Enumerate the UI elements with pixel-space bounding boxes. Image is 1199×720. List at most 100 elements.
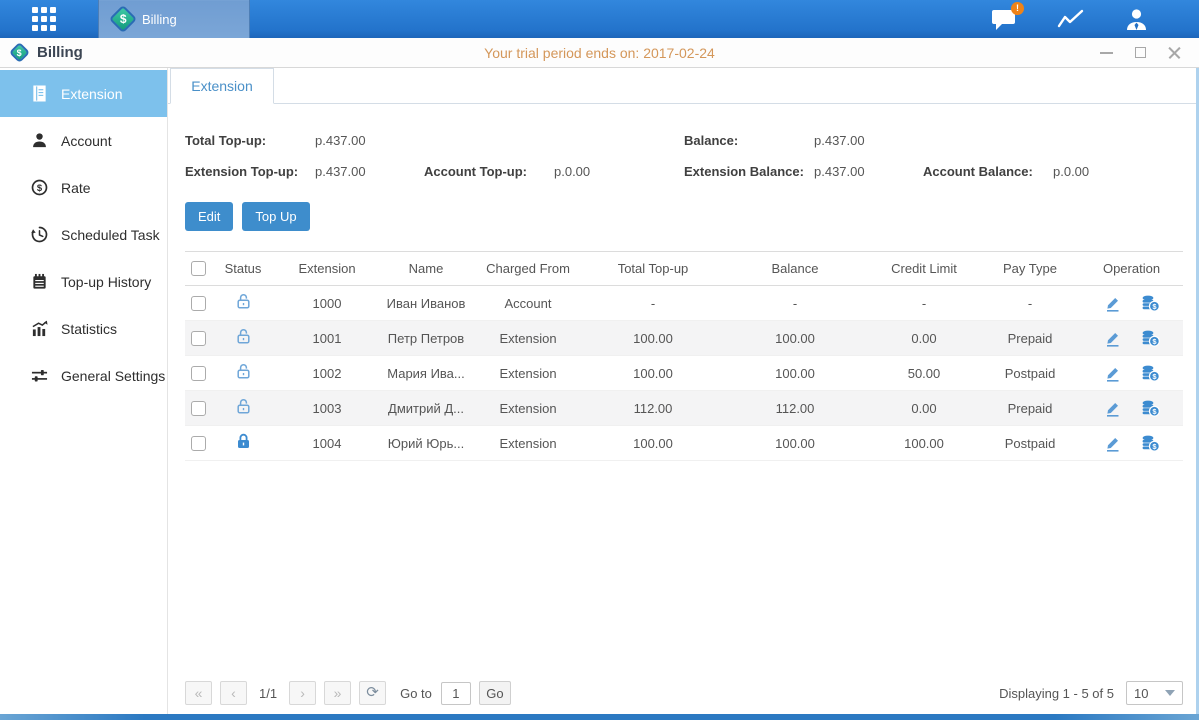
edit-pencil-icon[interactable] [1104, 330, 1121, 347]
refresh-icon[interactable]: ⟳ [359, 681, 386, 705]
window-bottom-border [0, 714, 1199, 720]
col-status: Status [212, 252, 274, 286]
sidebar-item-label: Statistics [61, 321, 117, 337]
balance-label: Balance: [684, 133, 814, 148]
sidebar-item-label: Account [61, 133, 112, 149]
account-balance-label: Account Balance: [923, 164, 1053, 179]
row-checkbox[interactable] [191, 296, 206, 311]
col-credit-limit: Credit Limit [868, 252, 980, 286]
table-row: 1000 Иван Иванов Account - - - - [185, 286, 1183, 321]
topbar-billing-tab[interactable]: $ Billing [98, 0, 250, 38]
row-checkbox[interactable] [191, 436, 206, 451]
sidebar-item-general-settings[interactable]: General Settings [0, 352, 167, 399]
minimize-icon[interactable] [1100, 46, 1113, 59]
stats-chart-icon [31, 320, 48, 337]
billing-app-icon: $ [9, 42, 30, 63]
lock-closed-icon [235, 433, 252, 450]
tab-extension[interactable]: Extension [170, 68, 274, 104]
app-grid-menu-icon[interactable] [32, 7, 56, 31]
sidebar-item-rate[interactable]: $ Rate [0, 164, 167, 211]
sidebar-item-extension[interactable]: Extension [0, 70, 167, 117]
main-panel: Extension Total Top-up: p.437.00 Extensi… [168, 68, 1196, 714]
user-account-icon[interactable] [1124, 8, 1149, 31]
sidebar-item-top-up-history[interactable]: Top-up History [0, 258, 167, 305]
sliders-icon [31, 367, 48, 384]
lock-open-icon [235, 328, 252, 345]
top-bar: $ Billing [0, 0, 1199, 38]
goto-page-input[interactable] [441, 682, 471, 705]
edit-pencil-icon[interactable] [1104, 400, 1121, 417]
topbar-tab-label: Billing [142, 12, 177, 27]
row-checkbox[interactable] [191, 331, 206, 346]
pagination-bar: « ‹ 1/1 › » ⟳ Go to Go Displaying 1 - 5 … [185, 681, 1183, 705]
total-top-up-label: Total Top-up: [185, 133, 315, 148]
extension-top-up-value: p.437.00 [315, 164, 424, 179]
extension-table: Status Extension Name Charged From Total… [185, 251, 1183, 461]
table-row: 1004 Юрий Юрь... Extension 100.00 100.00… [185, 426, 1183, 461]
chat-messages-icon[interactable] [991, 8, 1017, 31]
prev-page-button[interactable]: ‹ [220, 681, 247, 705]
displaying-info: Displaying 1 - 5 of 5 [999, 686, 1114, 701]
edit-pencil-icon[interactable] [1104, 295, 1121, 312]
top-up-coins-icon[interactable]: $ [1141, 295, 1160, 312]
account-top-up-value: p.0.00 [554, 164, 663, 179]
lock-open-icon [235, 398, 252, 415]
sidebar-item-label: General Settings [61, 368, 165, 384]
billing-dollar-diamond-icon: $ [109, 5, 137, 33]
edit-pencil-icon[interactable] [1104, 365, 1121, 382]
lock-open-icon [235, 293, 252, 310]
person-icon [31, 132, 48, 149]
col-balance: Balance [722, 252, 868, 286]
page-size-select[interactable]: 10 [1126, 681, 1183, 705]
sidebar-item-label: Scheduled Task [61, 227, 160, 243]
col-extension: Extension [274, 252, 380, 286]
sidebar-item-account[interactable]: Account [0, 117, 167, 164]
table-body: 1000 Иван Иванов Account - - - - [185, 286, 1183, 461]
edit-pencil-icon[interactable] [1104, 435, 1121, 452]
tab-strip: Extension [168, 68, 1196, 104]
notepad-icon [31, 273, 48, 290]
col-name: Name [380, 252, 472, 286]
table-header-row: Status Extension Name Charged From Total… [185, 252, 1183, 286]
maximize-icon[interactable] [1134, 46, 1147, 59]
top-up-coins-icon[interactable]: $ [1141, 365, 1160, 382]
row-checkbox[interactable] [191, 401, 206, 416]
notification-badge [1011, 2, 1024, 15]
col-operation: Operation [1080, 252, 1183, 286]
ledger-icon [31, 85, 48, 102]
history-clock-icon [31, 226, 48, 243]
extension-top-up-label: Extension Top-up: [185, 164, 315, 179]
table-row: 1002 Мария Ива... Extension 100.00 100.0… [185, 356, 1183, 391]
goto-label: Go to [400, 686, 432, 701]
go-button[interactable]: Go [479, 681, 511, 705]
sidebar-item-label: Rate [61, 180, 91, 196]
trial-notice: Your trial period ends on: 2017-02-24 [0, 45, 1199, 61]
first-page-button[interactable]: « [185, 681, 212, 705]
next-page-button[interactable]: › [289, 681, 316, 705]
chevron-down-icon [1165, 690, 1175, 696]
account-top-up-label: Account Top-up: [424, 164, 554, 179]
svg-text:$: $ [37, 183, 43, 194]
account-balance-value: p.0.00 [1053, 164, 1162, 179]
dollar-circle-icon: $ [31, 179, 48, 196]
reports-chart-icon[interactable] [1057, 8, 1084, 30]
top-up-coins-icon[interactable]: $ [1141, 330, 1160, 347]
top-up-coins-icon[interactable]: $ [1141, 400, 1160, 417]
col-total-top-up: Total Top-up [584, 252, 722, 286]
total-top-up-value: p.437.00 [315, 133, 424, 148]
top-up-coins-icon[interactable]: $ [1141, 435, 1160, 452]
select-all-checkbox[interactable] [191, 261, 206, 276]
extension-balance-label: Extension Balance: [684, 164, 814, 179]
balance-value: p.437.00 [814, 133, 923, 148]
window-title: Billing [37, 44, 83, 61]
sidebar-item-scheduled-task[interactable]: Scheduled Task [0, 211, 167, 258]
window-titlebar: $ Billing Your trial period ends on: 201… [0, 38, 1199, 68]
close-icon[interactable] [1168, 46, 1181, 59]
page-info: 1/1 [259, 686, 277, 701]
edit-button[interactable]: Edit [185, 202, 233, 231]
row-checkbox[interactable] [191, 366, 206, 381]
top-up-button[interactable]: Top Up [242, 202, 309, 231]
last-page-button[interactable]: » [324, 681, 351, 705]
sidebar-item-statistics[interactable]: Statistics [0, 305, 167, 352]
col-pay-type: Pay Type [980, 252, 1080, 286]
